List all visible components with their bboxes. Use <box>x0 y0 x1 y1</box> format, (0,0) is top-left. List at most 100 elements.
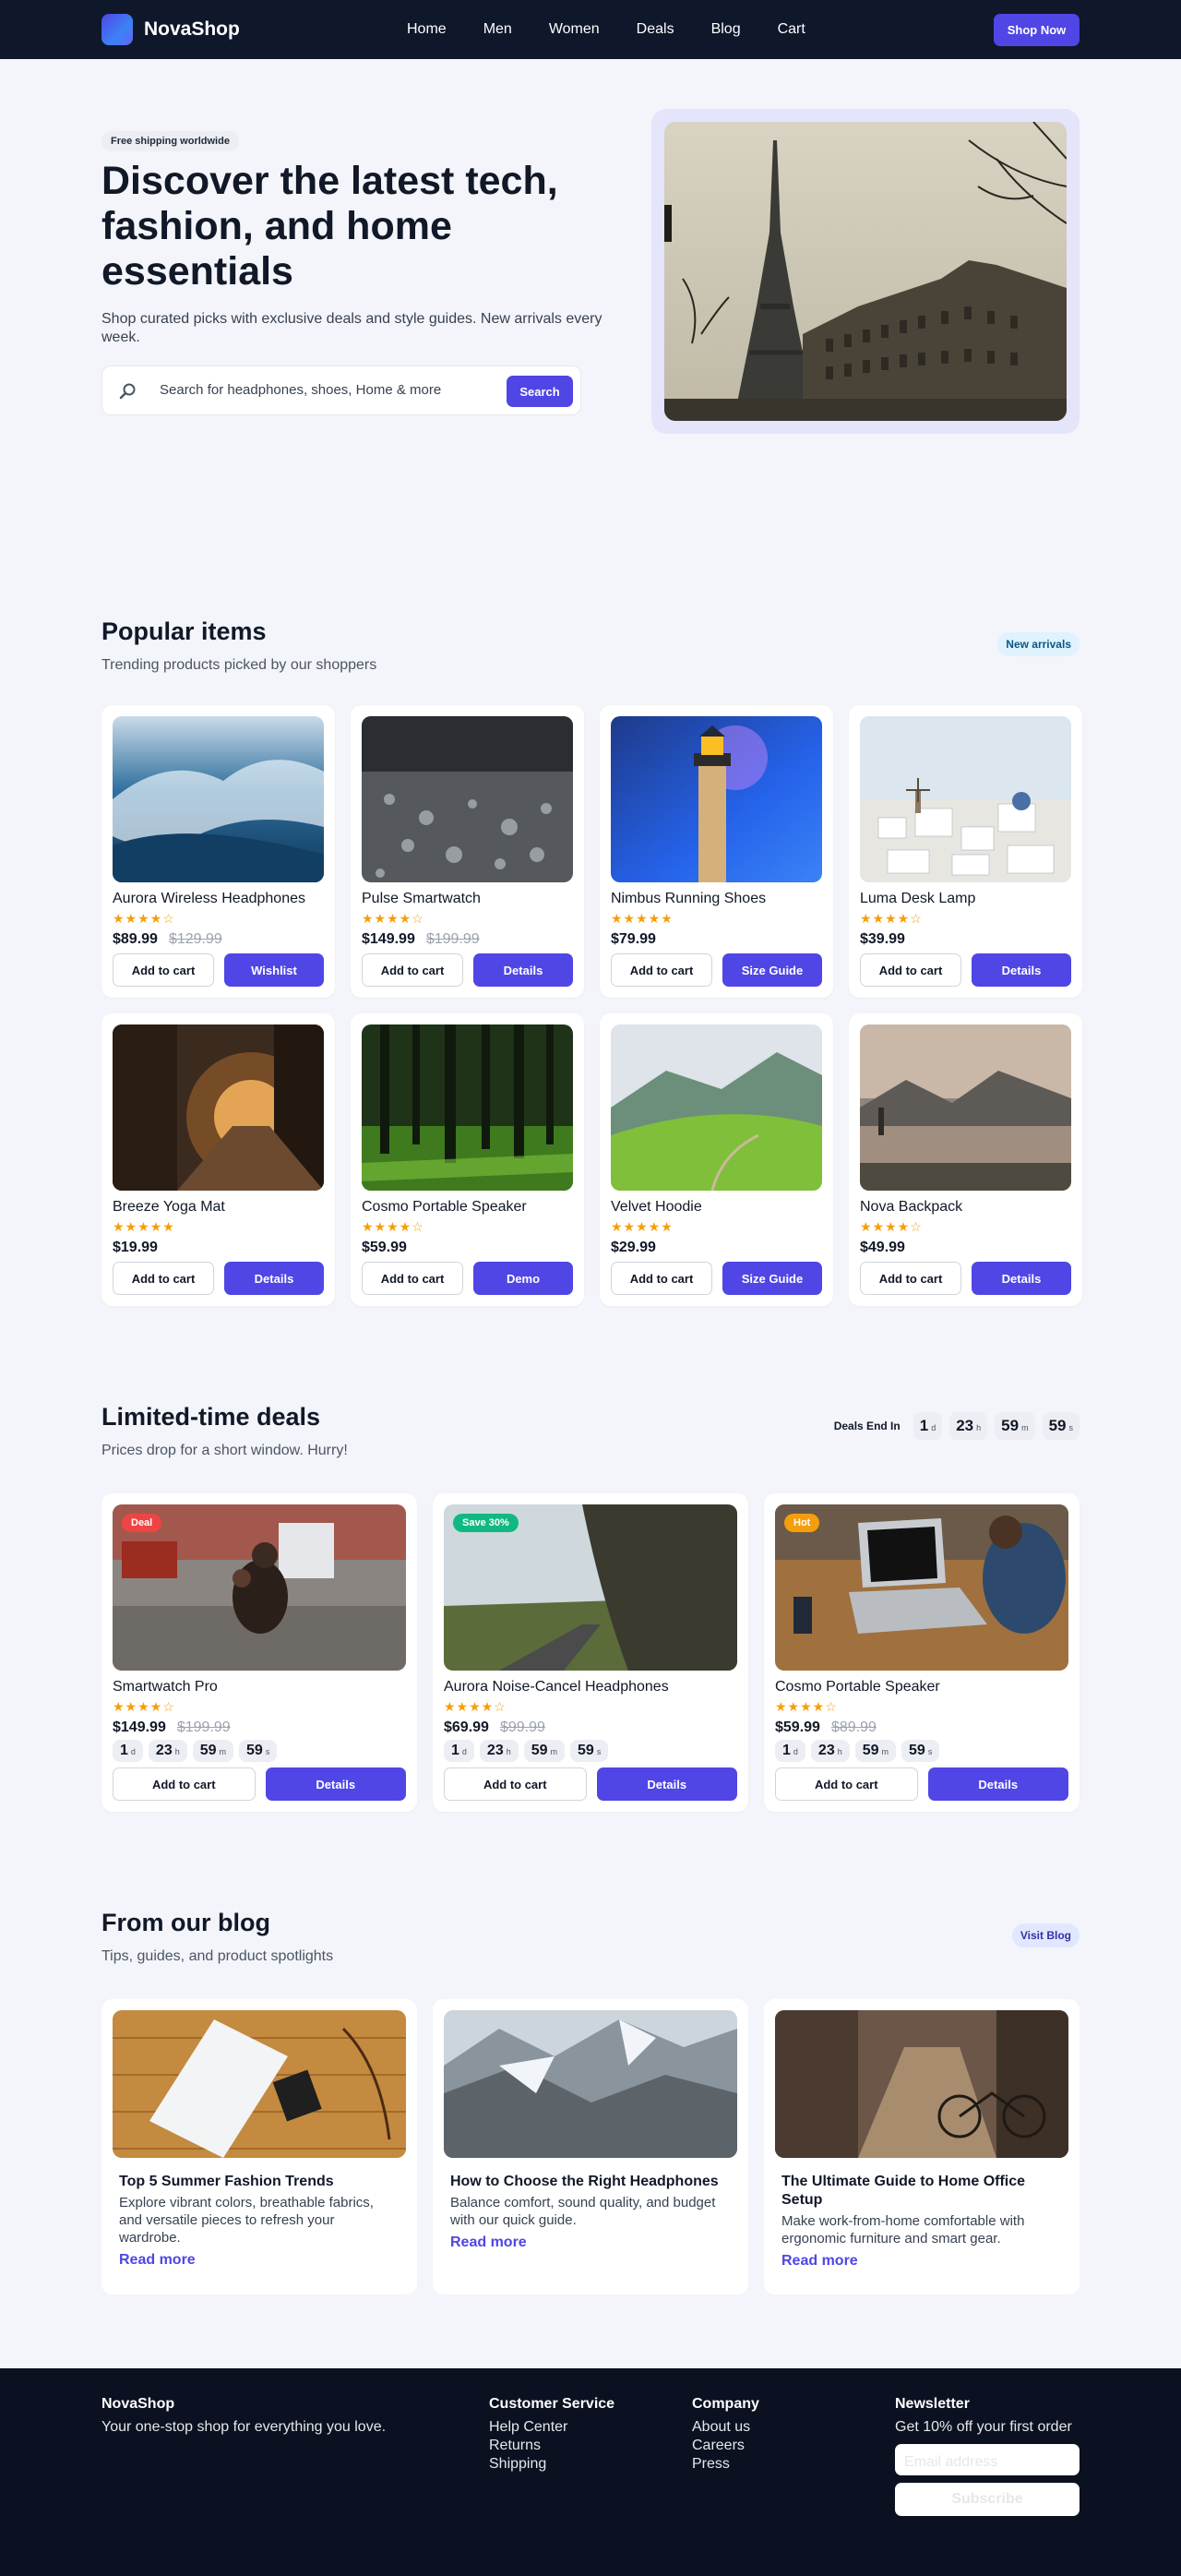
product-name[interactable]: Cosmo Portable Speaker <box>775 1679 1068 1695</box>
new-arrivals-badge[interactable]: New arrivals <box>997 632 1080 656</box>
deal-image[interactable]: Hot <box>775 1504 1068 1671</box>
add-to-cart-button[interactable]: Add to cart <box>775 1767 918 1801</box>
blog-image[interactable] <box>775 2010 1068 2158</box>
blog-image[interactable] <box>444 2010 737 2158</box>
add-to-cart-button[interactable]: Add to cart <box>362 953 463 987</box>
blog-post-title[interactable]: Top 5 Summer Fashion Trends <box>119 2173 400 2191</box>
details-button[interactable]: Details <box>596 1767 737 1801</box>
nav-link-cart[interactable]: Cart <box>778 21 805 38</box>
add-to-cart-button[interactable]: Add to cart <box>611 953 712 987</box>
countdown-days: 1d <box>913 1412 943 1440</box>
subscribe-button[interactable]: Subscribe <box>895 2483 1080 2516</box>
blog-post-title[interactable]: How to Choose the Right Headphones <box>450 2173 731 2191</box>
read-more-link[interactable]: Read more <box>781 2253 1062 2270</box>
search-button[interactable]: Search <box>507 376 573 407</box>
add-to-cart-button[interactable]: Add to cart <box>113 953 214 987</box>
shop-now-button[interactable]: Shop Now <box>994 14 1080 46</box>
nav-link-men[interactable]: Men <box>483 21 512 38</box>
blog-image[interactable] <box>113 2010 406 2158</box>
add-to-cart-button[interactable]: Add to cart <box>611 1262 712 1295</box>
product-image[interactable] <box>113 1024 324 1191</box>
product-image[interactable] <box>860 1024 1071 1191</box>
demo-button[interactable]: Demo <box>473 1262 573 1295</box>
newsletter-title: Newsletter <box>895 2396 970 2412</box>
product-price: $59.99 $89.99 <box>775 1719 1068 1736</box>
product-name[interactable]: Breeze Yoga Mat <box>113 1199 324 1216</box>
product-image[interactable] <box>362 716 573 882</box>
brand-name: NovaShop <box>144 18 240 40</box>
details-button[interactable]: Details <box>265 1767 406 1801</box>
rating-stars: ★★★★☆ <box>860 1219 923 1234</box>
product-card: Nimbus Running Shoes ★★★★★ $79.99 Add to… <box>600 705 833 998</box>
details-button[interactable]: Details <box>224 1262 324 1295</box>
wishlist-button[interactable]: Wishlist <box>224 953 324 987</box>
product-name[interactable]: Luma Desk Lamp <box>860 891 1071 907</box>
read-more-link[interactable]: Read more <box>450 2235 731 2251</box>
add-to-cart-button[interactable]: Add to cart <box>860 1262 961 1295</box>
product-name[interactable]: Velvet Hoodie <box>611 1199 822 1216</box>
top-nav: NovaShop Home Men Women Deals Blog Cart … <box>0 0 1181 59</box>
footer-link-returns[interactable]: Returns <box>489 2437 614 2455</box>
blog-post-title[interactable]: The Ultimate Guide to Home Office Setup <box>781 2173 1062 2210</box>
size-guide-button[interactable]: Size Guide <box>722 953 822 987</box>
countdown-label: Deals End In <box>833 1420 901 1432</box>
footer-link-press[interactable]: Press <box>692 2455 759 2474</box>
footer-newsletter: Newsletter Get 10% off your first order … <box>895 2396 1080 2516</box>
product-name[interactable]: Nova Backpack <box>860 1199 1071 1216</box>
product-name[interactable]: Aurora Noise-Cancel Headphones <box>444 1679 737 1695</box>
product-card: Nova Backpack ★★★★☆ $49.99 Add to cart De… <box>849 1013 1082 1306</box>
current-price: $19.99 <box>113 1240 158 1255</box>
rating-stars: ★★★★★ <box>113 1219 175 1234</box>
product-card: Velvet Hoodie ★★★★★ $29.99 Add to cart Si… <box>600 1013 833 1306</box>
product-name[interactable]: Nimbus Running Shoes <box>611 891 822 907</box>
details-button[interactable]: Details <box>927 1767 1068 1801</box>
newsletter-text: Get 10% off your first order <box>895 2419 1072 2435</box>
product-image[interactable] <box>611 716 822 882</box>
read-more-link[interactable]: Read more <box>119 2252 400 2269</box>
deal-image[interactable]: Deal <box>113 1504 406 1671</box>
add-to-cart-button[interactable]: Add to cart <box>362 1262 463 1295</box>
product-image[interactable] <box>860 716 1071 882</box>
current-price: $149.99 <box>362 931 415 947</box>
product-name[interactable]: Cosmo Portable Speaker <box>362 1199 573 1216</box>
old-price: $199.99 <box>425 931 480 947</box>
nav-link-women[interactable]: Women <box>549 21 600 38</box>
product-image[interactable] <box>113 716 324 882</box>
brand-logo[interactable]: NovaShop <box>101 14 240 45</box>
product-name[interactable]: Smartwatch Pro <box>113 1679 406 1695</box>
deal-card: Save 30% Aurora Noise-Cancel Headphones … <box>433 1493 748 1812</box>
nav-link-deals[interactable]: Deals <box>637 21 674 38</box>
product-card: Breeze Yoga Mat ★★★★★ $19.99 Add to cart… <box>101 1013 335 1306</box>
details-button[interactable]: Details <box>972 953 1071 987</box>
size-guide-button[interactable]: Size Guide <box>722 1262 822 1295</box>
footer-link-careers[interactable]: Careers <box>692 2437 759 2455</box>
footer-link-help[interactable]: Help Center <box>489 2418 614 2437</box>
product-name[interactable]: Pulse Smartwatch <box>362 891 573 907</box>
nav-link-home[interactable]: Home <box>407 21 447 38</box>
add-to-cart-button[interactable]: Add to cart <box>444 1767 587 1801</box>
email-field[interactable]: Email address <box>895 2444 1080 2475</box>
product-grid-row-2: Breeze Yoga Mat ★★★★★ $19.99 Add to cart… <box>101 1013 1082 1306</box>
add-to-cart-button[interactable]: Add to cart <box>113 1262 214 1295</box>
blog-section: From our blog Tips, guides, and product … <box>101 1812 1080 2294</box>
search-bar: Search for headphones, shoes, Home & mor… <box>101 365 581 415</box>
add-to-cart-button[interactable]: Add to cart <box>113 1767 256 1801</box>
search-input[interactable]: Search for headphones, shoes, Home & mor… <box>160 382 441 398</box>
deals-countdown: Deals End In 1d 23 h 59 m 59 s <box>834 1408 1080 1444</box>
nav-link-blog[interactable]: Blog <box>711 21 741 38</box>
deal-image[interactable]: Save 30% <box>444 1504 737 1671</box>
details-button[interactable]: Details <box>473 953 573 987</box>
product-name[interactable]: Aurora Wireless Headphones <box>113 891 324 907</box>
deal-card: Hot Cosmo Portable Speaker ★★★★☆ $59.99 $… <box>764 1493 1080 1812</box>
footer-link-about[interactable]: About us <box>692 2418 759 2437</box>
product-price: $149.99 $199.99 <box>113 1719 406 1736</box>
details-button[interactable]: Details <box>972 1262 1071 1295</box>
product-image[interactable] <box>362 1024 573 1191</box>
add-to-cart-button[interactable]: Add to cart <box>860 953 961 987</box>
product-image[interactable] <box>611 1024 822 1191</box>
blog-post-excerpt: Balance comfort, sound quality, and budg… <box>450 2195 716 2228</box>
visit-blog-button[interactable]: Visit Blog <box>1011 1923 1080 1947</box>
product-price: $89.99 $129.99 <box>113 931 324 948</box>
footer-link-shipping[interactable]: Shipping <box>489 2455 614 2474</box>
footer-brand: NovaShop Your one-stop shop for everythi… <box>101 2396 386 2437</box>
